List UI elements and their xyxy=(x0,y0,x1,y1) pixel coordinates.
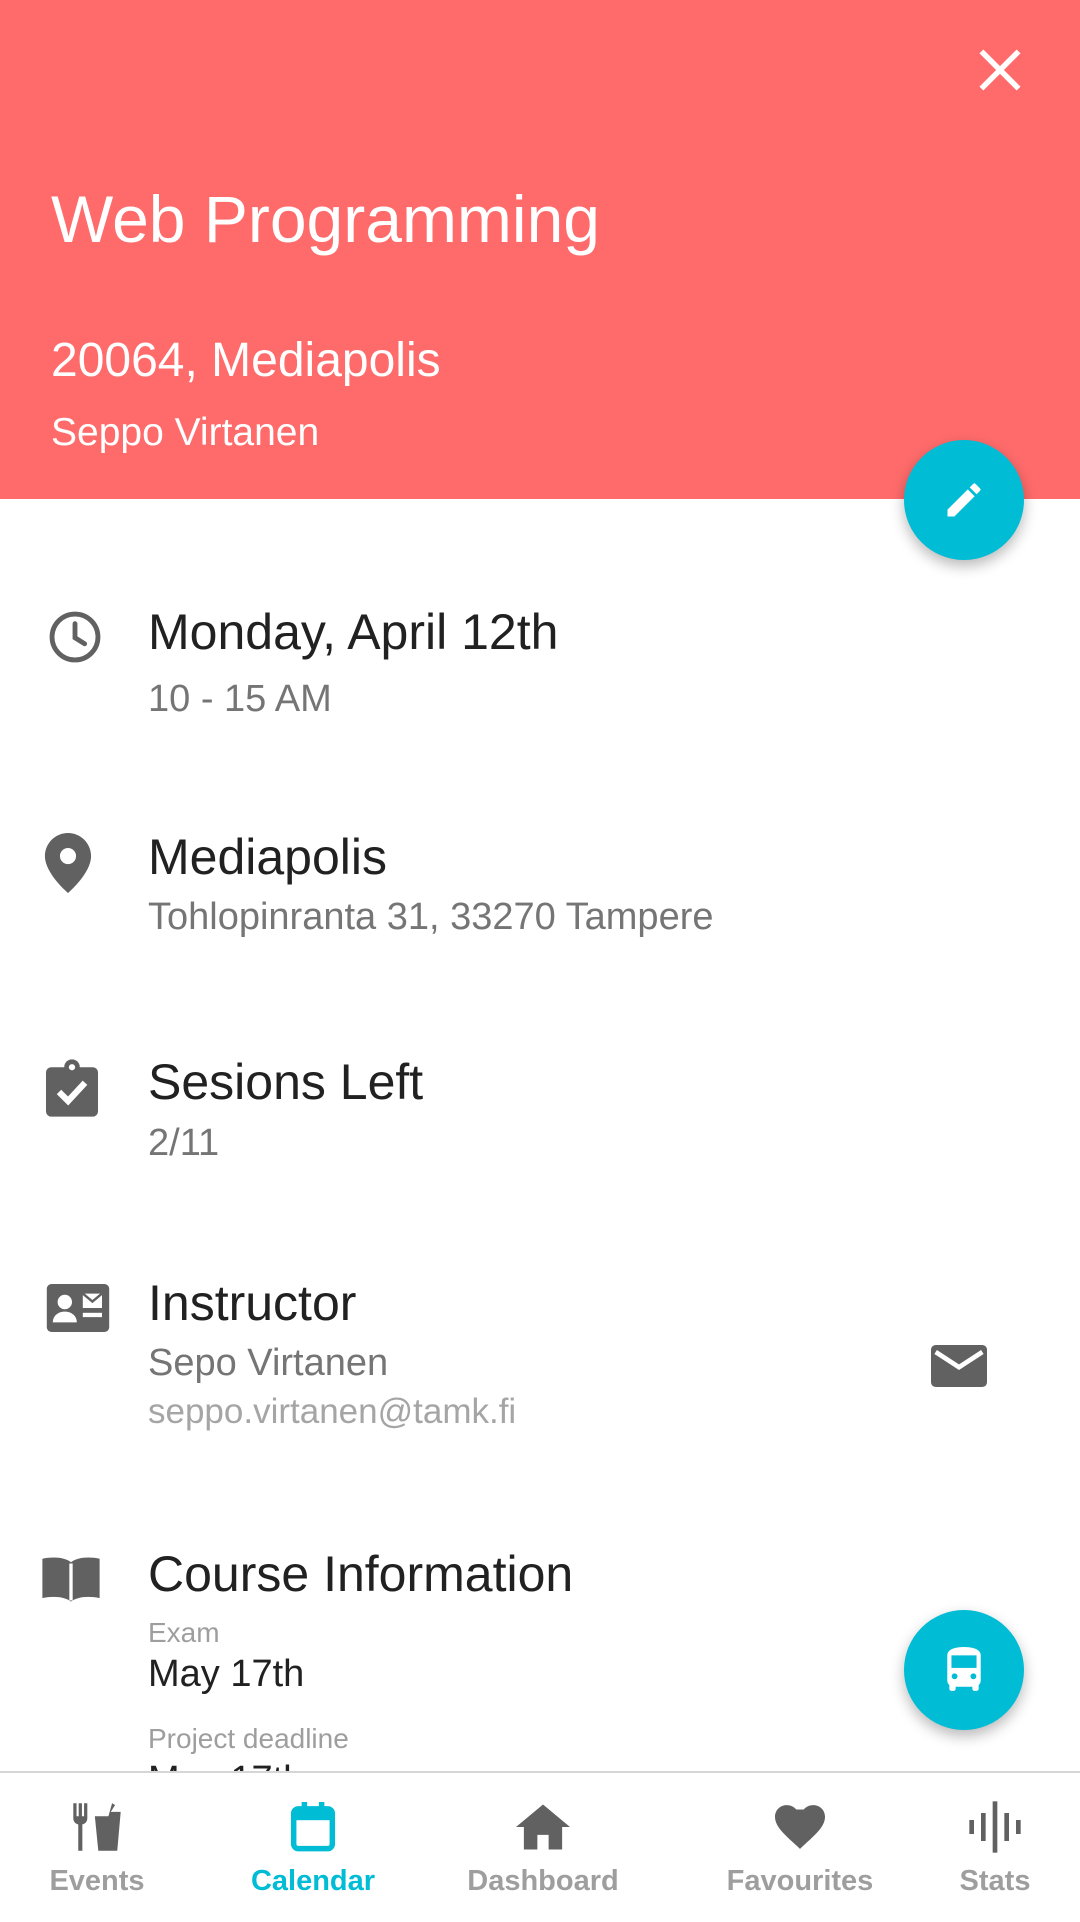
home-icon xyxy=(516,1804,570,1850)
event-details: Monday, April 12th 10 - 15 AM Mediapolis… xyxy=(0,499,1080,1771)
waveform-icon xyxy=(969,1801,1021,1853)
instructor-email[interactable]: seppo.virtanen@tamk.fi xyxy=(148,1394,516,1429)
nav-label-calendar: Calendar xyxy=(250,1865,376,1897)
nav-label-favourites: Favourites xyxy=(726,1865,874,1897)
exam-date: May 17th xyxy=(148,1653,305,1695)
nav-stats[interactable]: Stats xyxy=(940,1773,1050,1922)
calendar-icon xyxy=(290,1802,336,1852)
instructor-title: Instructor xyxy=(148,1275,357,1331)
nav-dashboard[interactable]: Dashboard xyxy=(458,1773,628,1922)
sessions-title: Sesions Left xyxy=(148,1054,424,1110)
event-subtitle: 20064, Mediapolis xyxy=(51,334,441,387)
nav-label-dashboard: Dashboard xyxy=(467,1865,619,1897)
nav-label-events: Events xyxy=(49,1865,145,1897)
location-title: Mediapolis xyxy=(148,829,388,885)
nav-calendar[interactable]: Calendar xyxy=(238,1773,388,1922)
event-title: Web Programming xyxy=(51,182,600,256)
mail-icon xyxy=(931,1345,987,1387)
nav-events[interactable]: Events xyxy=(22,1773,172,1922)
book-icon xyxy=(42,1557,100,1602)
event-header: Web Programming 20064, Mediapolis Seppo … xyxy=(0,0,1080,499)
time-text: 10 - 15 AM xyxy=(148,678,332,720)
bus-icon xyxy=(947,1647,981,1691)
header-instructor: Seppo Virtanen xyxy=(51,411,320,454)
transport-button[interactable] xyxy=(904,1610,1024,1730)
contact-card-icon xyxy=(46,1284,110,1332)
location-pin-icon xyxy=(44,833,92,893)
bottom-navigation: Events Calendar Dashboard Favourites Sta… xyxy=(0,1771,1080,1922)
sessions-value: 2/11 xyxy=(148,1122,220,1164)
location-address: Tohlopinranta 31, 33270 Tampere xyxy=(148,896,714,938)
clock-icon xyxy=(49,611,101,663)
exam-label: Exam xyxy=(148,1617,220,1648)
course-info-title: Course Information xyxy=(148,1546,574,1602)
nav-favourites[interactable]: Favourites xyxy=(720,1773,880,1922)
cutlery-icon xyxy=(73,1803,121,1851)
nav-label-stats: Stats xyxy=(959,1865,1031,1897)
clipboard-check-icon xyxy=(46,1059,98,1117)
project-deadline-date: May 17th xyxy=(148,1761,304,1771)
heart-icon xyxy=(775,1805,825,1849)
close-button[interactable] xyxy=(960,30,1040,110)
close-icon xyxy=(979,49,1021,91)
project-deadline-label: Project deadline xyxy=(148,1723,349,1754)
date-title: Monday, April 12th xyxy=(148,604,559,660)
instructor-name: Sepo Virtanen xyxy=(148,1342,389,1384)
email-instructor-button[interactable] xyxy=(918,1331,1000,1401)
